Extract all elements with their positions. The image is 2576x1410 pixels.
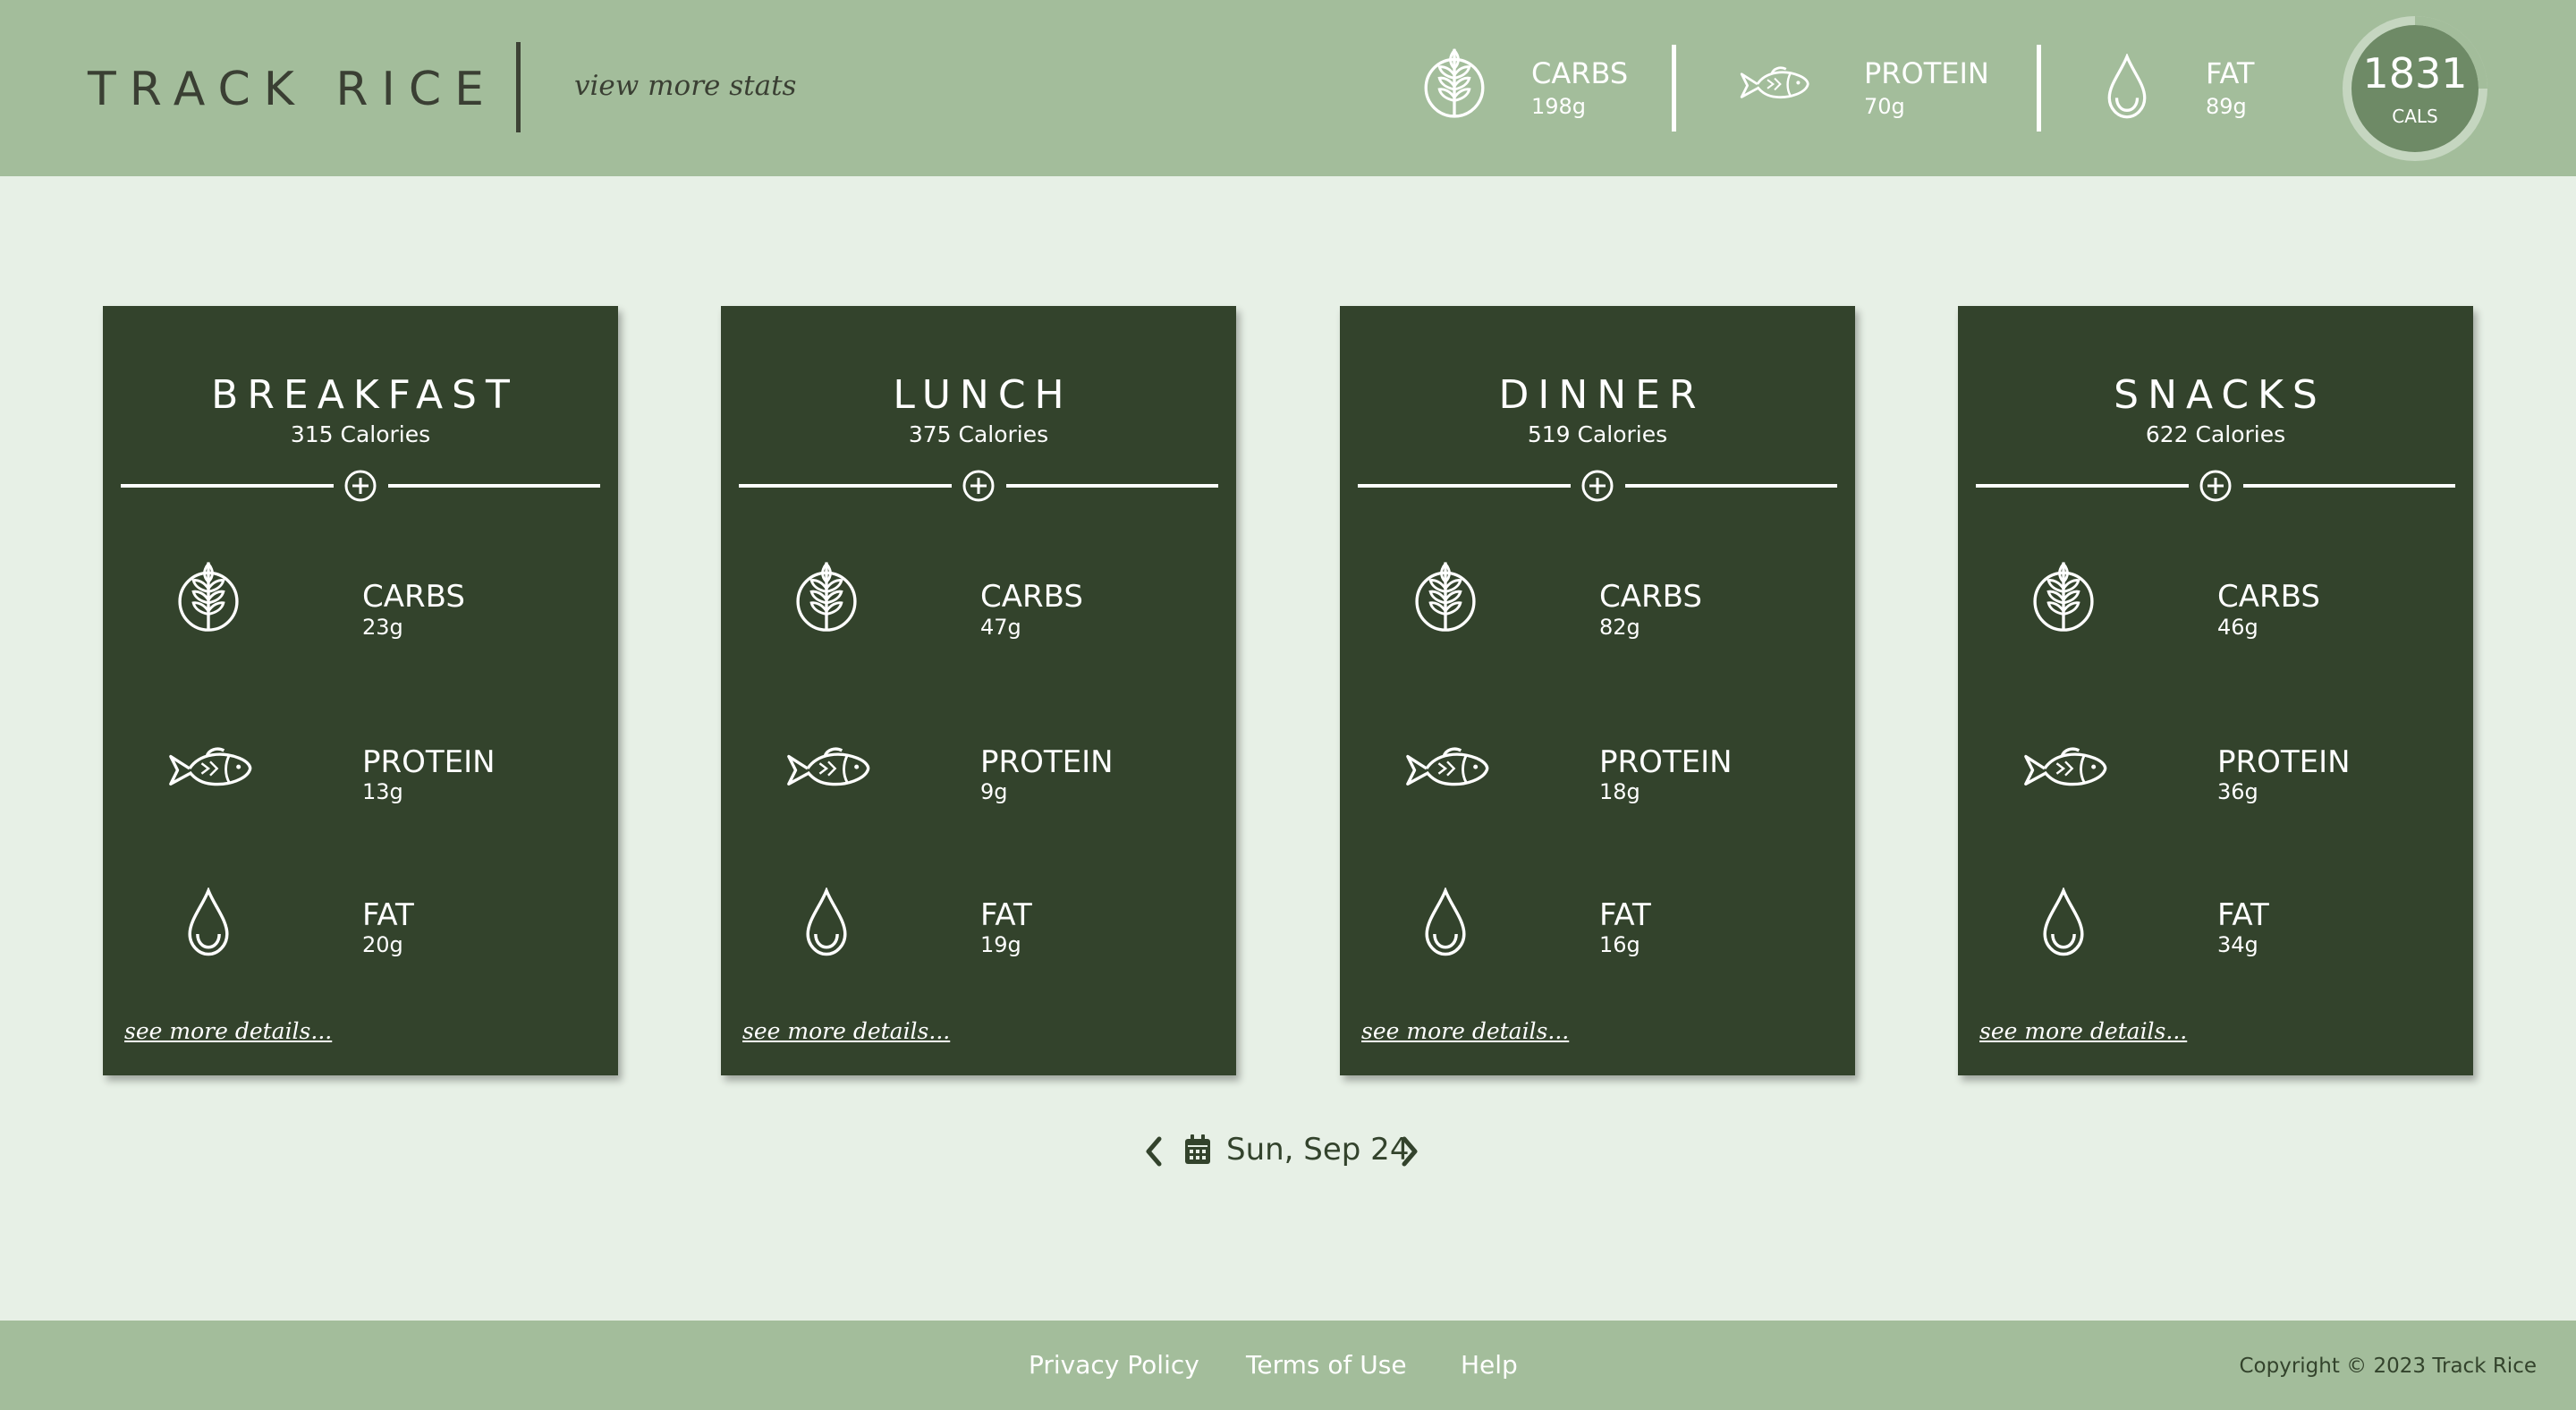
- meal-title: SNACKS: [2114, 372, 2326, 418]
- meal-card-snacks: SNACKS 622 Calories CARBS 46g PROTEIN 36…: [1958, 306, 2473, 1075]
- divider-line: [1006, 484, 1218, 488]
- divider-line: [388, 484, 600, 488]
- carbs-value: 23g: [362, 615, 403, 640]
- terms-of-use-link[interactable]: Terms of Use: [1246, 1349, 1407, 1381]
- divider-line: [1358, 484, 1571, 488]
- total-protein-label: PROTEIN: [1864, 56, 1989, 90]
- meal-title: LUNCH: [893, 372, 1073, 418]
- fat-value: 19g: [980, 932, 1021, 957]
- total-fat-value: 89g: [2206, 94, 2247, 119]
- fat-value: 20g: [362, 932, 403, 957]
- wheat-icon: [171, 553, 246, 642]
- view-more-stats-link[interactable]: view more stats: [574, 70, 796, 102]
- drop-icon: [1422, 888, 1469, 957]
- current-date[interactable]: Sun, Sep 24: [1226, 1130, 1409, 1169]
- carbs-label: CARBS: [362, 579, 465, 615]
- fish-icon: [167, 743, 253, 794]
- footer: Privacy Policy Terms of Use Help Copyrig…: [0, 1321, 2576, 1410]
- drop-icon: [2040, 888, 2087, 957]
- chevron-right-icon[interactable]: [1398, 1135, 1421, 1168]
- meal-card-dinner: DINNER 519 Calories CARBS 82g PROTEIN 18…: [1340, 306, 1855, 1075]
- fat-value: 16g: [1599, 932, 1640, 957]
- calendar-icon[interactable]: [1183, 1134, 1212, 1166]
- total-fat-label: FAT: [2206, 56, 2255, 90]
- drop-icon: [803, 888, 850, 957]
- header: TRACK RICE view more stats CARBS 198g PR…: [0, 0, 2576, 176]
- carbs-value: 82g: [1599, 615, 1640, 640]
- see-more-details-link[interactable]: see more details...: [1361, 1018, 1569, 1044]
- carbs-label: CARBS: [2217, 579, 2320, 615]
- protein-value: 13g: [362, 779, 403, 804]
- privacy-policy-link[interactable]: Privacy Policy: [1029, 1349, 1199, 1381]
- wheat-icon: [1417, 43, 1492, 125]
- fat-label: FAT: [2217, 897, 2269, 933]
- drop-icon: [185, 888, 232, 957]
- add-food-button[interactable]: [2199, 469, 2233, 503]
- fish-icon: [1404, 743, 1490, 794]
- divider-line: [1976, 484, 2189, 488]
- fat-value: 34g: [2217, 932, 2258, 957]
- header-separator: [2037, 45, 2041, 132]
- protein-label: PROTEIN: [1599, 744, 1733, 780]
- divider-line: [2243, 484, 2455, 488]
- help-link[interactable]: Help: [1461, 1349, 1518, 1381]
- copyright: Copyright © 2023 Track Rice: [2239, 1355, 2537, 1378]
- meal-title: BREAKFAST: [211, 372, 519, 418]
- carbs-label: CARBS: [980, 579, 1083, 615]
- meal-calories: 315 Calories: [290, 421, 431, 447]
- fish-icon: [785, 743, 871, 794]
- wheat-icon: [1408, 553, 1483, 642]
- carbs-label: CARBS: [1599, 579, 1702, 615]
- add-food-button[interactable]: [343, 469, 377, 503]
- carbs-value: 47g: [980, 615, 1021, 640]
- fish-icon: [2022, 743, 2108, 794]
- meal-calories: 519 Calories: [1527, 421, 1668, 447]
- add-food-button[interactable]: [962, 469, 996, 503]
- divider-line: [739, 484, 952, 488]
- total-calories-value: 1831: [2362, 49, 2468, 98]
- header-separator: [1672, 45, 1676, 132]
- fat-label: FAT: [362, 897, 414, 933]
- see-more-details-link[interactable]: see more details...: [742, 1018, 950, 1044]
- wheat-icon: [2026, 553, 2101, 642]
- protein-value: 9g: [980, 779, 1008, 804]
- add-food-button[interactable]: [1580, 469, 1614, 503]
- protein-value: 18g: [1599, 779, 1640, 804]
- chevron-left-icon[interactable]: [1142, 1135, 1165, 1168]
- total-protein-value: 70g: [1864, 94, 1905, 119]
- fat-label: FAT: [980, 897, 1032, 933]
- drop-icon: [2104, 54, 2150, 120]
- meal-title: DINNER: [1498, 372, 1706, 418]
- protein-label: PROTEIN: [362, 744, 496, 780]
- carbs-value: 46g: [2217, 615, 2258, 640]
- logo[interactable]: TRACK RICE: [88, 63, 497, 116]
- meal-card-lunch: LUNCH 375 Calories CARBS 47g PROTEIN 9g …: [721, 306, 1236, 1075]
- protein-value: 36g: [2217, 779, 2258, 804]
- header-divider: [516, 42, 521, 132]
- wheat-icon: [789, 553, 864, 642]
- total-calories-label: CALS: [2392, 106, 2438, 127]
- fish-icon: [1739, 63, 1810, 106]
- total-carbs-label: CARBS: [1531, 56, 1629, 90]
- divider-line: [121, 484, 334, 488]
- meal-calories: 375 Calories: [908, 421, 1049, 447]
- meal-card-breakfast: BREAKFAST 315 Calories CARBS 23g PROTEIN…: [103, 306, 618, 1075]
- meal-calories: 622 Calories: [2145, 421, 2286, 447]
- divider-line: [1625, 484, 1837, 488]
- see-more-details-link[interactable]: see more details...: [124, 1018, 332, 1044]
- protein-label: PROTEIN: [2217, 744, 2351, 780]
- protein-label: PROTEIN: [980, 744, 1114, 780]
- see-more-details-link[interactable]: see more details...: [1979, 1018, 2187, 1044]
- fat-label: FAT: [1599, 897, 1651, 933]
- date-navigation: Sun, Sep 24: [0, 1123, 2576, 1176]
- total-carbs-value: 198g: [1531, 94, 1587, 119]
